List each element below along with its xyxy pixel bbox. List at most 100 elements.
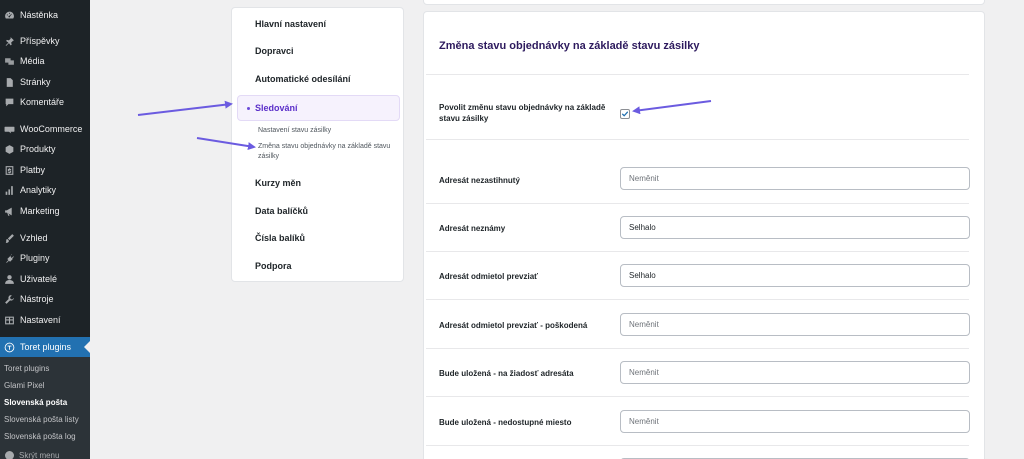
enable-status-change-label-line1: Povolit změnu stavu objednávky na základ…: [439, 103, 606, 112]
pages-icon: [3, 76, 15, 88]
analytics-icon: [3, 184, 15, 196]
row-label-recipient-unknown: Adresát neznámy: [439, 224, 506, 233]
sidebar-item-label: Nástroje: [20, 294, 54, 304]
nav-item-exchange-rates[interactable]: Kurzy měn: [255, 178, 301, 188]
checkmark-icon: [621, 111, 629, 117]
sidebar-item-toret-plugins[interactable]: Toret plugins: [0, 337, 90, 357]
nav-item-tracking-label: Sledování: [255, 103, 298, 113]
row-label-recipient-not-reached: Adresát nezastihnutý: [439, 176, 520, 185]
enable-status-change-label-line2: stavu zásilky: [439, 114, 489, 123]
woocommerce-icon: [3, 123, 15, 135]
nav-item-automatic-sending[interactable]: Automatické odesílání: [255, 74, 351, 84]
nav-item-carriers[interactable]: Dopravci: [255, 46, 294, 56]
sidebar-item-pages[interactable]: Stránky: [0, 72, 90, 92]
collapse-icon: [5, 450, 14, 459]
megaphone-icon: [3, 205, 15, 217]
sidebar-item-label: Média: [20, 56, 45, 66]
submenu-item-toret-plugins[interactable]: Toret plugins: [4, 364, 49, 373]
nav-sub-shipment-status-settings[interactable]: Nastavení stavu zásilky: [258, 126, 331, 136]
divider: [426, 251, 969, 252]
sidebar-item-label: WooCommerce: [20, 124, 83, 134]
sidebar-item-products[interactable]: Produkty: [0, 139, 90, 159]
field-stored-unavailable-place[interactable]: [620, 410, 970, 433]
nav-item-package-data[interactable]: Data balíčků: [255, 206, 308, 216]
sidebar-item-label: Komentáře: [20, 97, 65, 107]
sidebar-item-label: Vzhled: [20, 233, 48, 243]
brush-icon: [3, 232, 15, 244]
sidebar-item-settings[interactable]: Nastavení: [0, 310, 90, 330]
arrow-to-tracking: [137, 100, 233, 116]
comment-icon: [3, 96, 15, 108]
divider: [426, 396, 969, 397]
active-dot-icon: [247, 107, 250, 110]
settings-icon: [3, 314, 15, 326]
sidebar-item-label: Analytiky: [20, 185, 57, 195]
field-recipient-refused-damaged[interactable]: [620, 313, 970, 336]
enable-status-change-checkbox[interactable]: [620, 109, 630, 119]
row-label-recipient-refused: Adresát odmietol prevziať: [439, 272, 538, 281]
toret-icon: [3, 341, 15, 353]
sidebar-item-comments[interactable]: Komentáře: [0, 92, 90, 112]
sidebar-item-dashboard[interactable]: Nástěnka: [0, 5, 90, 25]
sidebar-item-label: Nastavení: [20, 315, 61, 325]
sidebar-item-woocommerce[interactable]: WooCommerce: [0, 119, 90, 139]
sidebar-item-label: Příspěvky: [20, 36, 60, 46]
divider: [426, 203, 969, 204]
divider: [426, 348, 969, 349]
row-label-stored-on-request: Bude uložená - na žiadosť adresáta: [439, 369, 574, 378]
payments-icon: [3, 164, 15, 176]
divider: [426, 299, 969, 300]
submenu-item-glami-pixel[interactable]: Glami Pixel: [4, 381, 44, 390]
order-status-change-card: Změna stavu objednávky na základě stavu …: [423, 11, 985, 459]
field-recipient-not-reached[interactable]: [620, 167, 970, 190]
pin-icon: [3, 35, 15, 47]
sidebar-item-label: Platby: [20, 165, 46, 175]
field-stored-on-request[interactable]: [620, 361, 970, 384]
sidebar-item-label: Marketing: [20, 206, 60, 216]
sidebar-item-label: Toret plugins: [20, 342, 72, 352]
sidebar-item-label: Nástěnka: [20, 10, 59, 20]
submenu-item-slovenska-posta-listy[interactable]: Slovenská pošta listy: [4, 415, 79, 424]
nav-item-package-numbers[interactable]: Čísla balíků: [255, 233, 305, 243]
sidebar-item-label: Stránky: [20, 77, 51, 87]
enable-status-change-label: Povolit změnu stavu objednávky na základ…: [439, 102, 605, 124]
admin-sidebar: Nástěnka Příspěvky Média Stránky Komentá…: [0, 0, 90, 459]
collapse-menu-button[interactable]: Skrýt menu: [0, 448, 90, 459]
wrench-icon: [3, 293, 15, 305]
products-icon: [3, 143, 15, 155]
nav-item-tracking[interactable]: Sledování: [237, 95, 400, 121]
sidebar-item-label: Pluginy: [20, 253, 50, 263]
users-icon: [3, 273, 15, 285]
sidebar-item-marketing[interactable]: Marketing: [0, 201, 90, 221]
nav-item-main-settings[interactable]: Hlavní nastavení: [255, 19, 326, 29]
divider: [426, 139, 969, 140]
field-recipient-refused[interactable]: [620, 264, 970, 287]
sidebar-item-posts[interactable]: Příspěvky: [0, 31, 90, 51]
row-label-stored-unavailable-place: Bude uložená - nedostupné miesto: [439, 418, 572, 427]
sidebar-item-appearance[interactable]: Vzhled: [0, 228, 90, 248]
settings-nav-card: Hlavní nastavení Dopravci Automatické od…: [231, 7, 404, 282]
field-recipient-unknown[interactable]: [620, 216, 970, 239]
sidebar-item-label: Produkty: [20, 144, 56, 154]
divider: [426, 445, 969, 446]
plugin-icon: [3, 252, 15, 264]
nav-sub-order-status-change[interactable]: Změna stavu objednávky na základě stavu …: [258, 142, 398, 162]
divider: [426, 74, 969, 75]
row-label-recipient-refused-damaged: Adresát odmietol prevziať - poškodená: [439, 321, 588, 330]
sidebar-item-users[interactable]: Uživatelé: [0, 269, 90, 289]
top-card: [423, 0, 985, 5]
media-icon: [3, 55, 15, 67]
sidebar-item-analytics[interactable]: Analytiky: [0, 180, 90, 200]
sidebar-item-media[interactable]: Média: [0, 51, 90, 71]
nav-item-support[interactable]: Podpora: [255, 261, 292, 271]
sidebar-item-payments[interactable]: Platby: [0, 160, 90, 180]
collapse-menu-label: Skrýt menu: [19, 450, 60, 459]
submenu-item-slovenska-posta[interactable]: Slovenská pošta: [4, 398, 67, 407]
submenu-item-slovenska-posta-log[interactable]: Slovenská pošta log: [4, 432, 76, 441]
card-title: Změna stavu objednávky na základě stavu …: [439, 40, 700, 52]
dashboard-icon: [3, 9, 15, 21]
sidebar-item-tools[interactable]: Nástroje: [0, 289, 90, 309]
sidebar-submenu: Toret plugins Glami Pixel Slovenská pošt…: [0, 357, 90, 459]
sidebar-item-label: Uživatelé: [20, 274, 58, 284]
sidebar-item-plugins[interactable]: Pluginy: [0, 248, 90, 268]
